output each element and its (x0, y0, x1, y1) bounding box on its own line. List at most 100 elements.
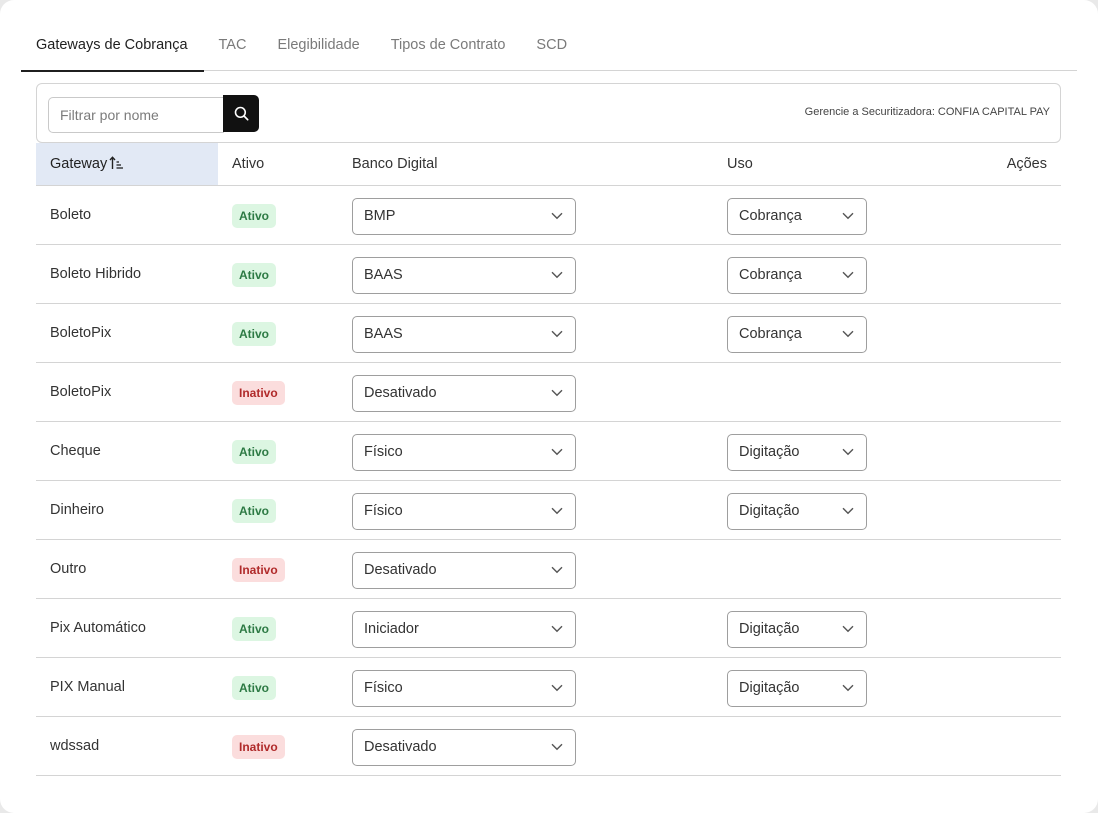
securitizadora-label: Gerencie a Securitizadora: CONFIA CAPITA… (804, 106, 1050, 118)
chevron-down-icon (842, 448, 854, 456)
status-badge: Ativo (232, 204, 276, 228)
search-button[interactable] (223, 95, 259, 132)
search-input[interactable] (48, 97, 224, 133)
table-row: BoletoPix Ativo BAAS Cobrança (36, 304, 1061, 363)
banco-digital-select[interactable]: Físico (352, 670, 576, 707)
banco-digital-select[interactable]: Desativado (352, 375, 576, 412)
uso-select[interactable]: Digitação (727, 670, 867, 707)
uso-value: Digitação (739, 503, 800, 519)
status-badge: Inativo (232, 735, 285, 759)
chevron-down-icon (842, 330, 854, 338)
banco-digital-value: Físico (364, 444, 403, 460)
banco-digital-select[interactable]: BAAS (352, 316, 576, 353)
table-row: Boleto Ativo BMP Cobrança (36, 186, 1061, 245)
chevron-down-icon (842, 212, 854, 220)
gateway-name: Boleto (50, 207, 92, 223)
banco-digital-select[interactable]: Desativado (352, 729, 576, 766)
uso-value: Digitação (739, 621, 800, 637)
uso-select[interactable]: Cobrança (727, 257, 867, 294)
table-row: Outro Inativo Desativado (36, 540, 1061, 599)
chevron-down-icon (551, 212, 563, 220)
status-badge: Inativo (232, 558, 285, 582)
uso-value: Cobrança (739, 326, 802, 342)
gateway-name: Outro (50, 561, 87, 577)
tab-elegibilidade[interactable]: Elegibilidade (262, 26, 375, 71)
banco-digital-select[interactable]: BMP (352, 198, 576, 235)
table-header: Gateway Ativo Banco Digital Uso Ações (36, 143, 1061, 186)
chevron-down-icon (842, 684, 854, 692)
table-row: Cheque Ativo Físico Digitação (36, 422, 1061, 481)
banco-digital-value: BAAS (364, 326, 403, 342)
status-badge: Ativo (232, 440, 276, 464)
tab-gateways-de-cobranca[interactable]: Gateways de Cobrança (21, 26, 204, 72)
table-body: Boleto Ativo BMP Cobrança Boleto Hibrido… (36, 186, 1061, 776)
chevron-down-icon (842, 271, 854, 279)
gateway-name: Boleto Hibrido (50, 266, 142, 282)
uso-select[interactable]: Cobrança (727, 198, 867, 235)
gateway-name: wdssad (50, 738, 100, 754)
chevron-down-icon (842, 625, 854, 633)
banco-digital-select[interactable]: Iniciador (352, 611, 576, 648)
banco-digital-value: Iniciador (364, 621, 419, 637)
uso-value: Cobrança (739, 267, 802, 283)
chevron-down-icon (551, 389, 563, 397)
header-gateway-label: Gateway (50, 156, 108, 172)
chevron-down-icon (551, 507, 563, 515)
header-banco-digital: Banco Digital (352, 156, 438, 172)
tab-tipos-de-contrato[interactable]: Tipos de Contrato (376, 26, 522, 71)
table-row: BoletoPix Inativo Desativado (36, 363, 1061, 422)
table-row: PIX Manual Ativo Físico Digitação (36, 658, 1061, 717)
status-badge: Ativo (232, 499, 276, 523)
status-badge: Ativo (232, 676, 276, 700)
status-badge: Ativo (232, 617, 276, 641)
banco-digital-value: BMP (364, 208, 396, 224)
chevron-down-icon (551, 684, 563, 692)
uso-value: Cobrança (739, 208, 802, 224)
banco-digital-select[interactable]: Físico (352, 493, 576, 530)
banco-digital-select[interactable]: Físico (352, 434, 576, 471)
header-gateway[interactable]: Gateway (36, 143, 218, 185)
uso-value: Digitação (739, 444, 800, 460)
chevron-down-icon (842, 507, 854, 515)
uso-select[interactable]: Digitação (727, 493, 867, 530)
uso-value: Digitação (739, 680, 800, 696)
filter-bar: Gerencie a Securitizadora: CONFIA CAPITA… (36, 83, 1061, 143)
chevron-down-icon (551, 448, 563, 456)
uso-select[interactable]: Cobrança (727, 316, 867, 353)
banco-digital-value: BAAS (364, 267, 403, 283)
gateway-name: Pix Automático (50, 620, 146, 636)
banco-digital-value: Desativado (364, 385, 437, 401)
table-row: Pix Automático Ativo Iniciador Digitação (36, 599, 1061, 658)
chevron-down-icon (551, 625, 563, 633)
tab-bar: Gateways de Cobrança TAC Elegibilidade T… (21, 26, 1077, 72)
table-row: Boleto Hibrido Ativo BAAS Cobrança (36, 245, 1061, 304)
gateway-name: BoletoPix (50, 325, 112, 341)
chevron-down-icon (551, 743, 563, 751)
sort-ascending-icon (109, 156, 124, 169)
header-uso: Uso (727, 156, 753, 172)
gateway-name: BoletoPix (50, 384, 112, 400)
uso-select[interactable]: Digitação (727, 434, 867, 471)
uso-select[interactable]: Digitação (727, 611, 867, 648)
gateway-name: Dinheiro (50, 502, 104, 518)
header-ativo: Ativo (232, 156, 265, 172)
gateways-table: Gateway Ativo Banco Digital Uso Ações Bo… (36, 143, 1061, 776)
tab-tac[interactable]: TAC (204, 26, 263, 71)
table-row: Dinheiro Ativo Físico Digitação (36, 481, 1061, 540)
banco-digital-select[interactable]: BAAS (352, 257, 576, 294)
banco-digital-value: Físico (364, 680, 403, 696)
banco-digital-value: Desativado (364, 562, 437, 578)
header-acoes: Ações (1006, 156, 1047, 172)
search-icon (234, 106, 249, 121)
gateway-name: PIX Manual (50, 679, 125, 695)
banco-digital-value: Físico (364, 503, 403, 519)
banco-digital-select[interactable]: Desativado (352, 552, 576, 589)
status-badge: Ativo (232, 263, 276, 287)
chevron-down-icon (551, 330, 563, 338)
banco-digital-value: Desativado (364, 739, 437, 755)
chevron-down-icon (551, 271, 563, 279)
tab-scd[interactable]: SCD (521, 26, 583, 71)
status-badge: Ativo (232, 322, 276, 346)
table-row: wdssad Inativo Desativado (36, 717, 1061, 776)
gateway-name: Cheque (50, 443, 101, 459)
